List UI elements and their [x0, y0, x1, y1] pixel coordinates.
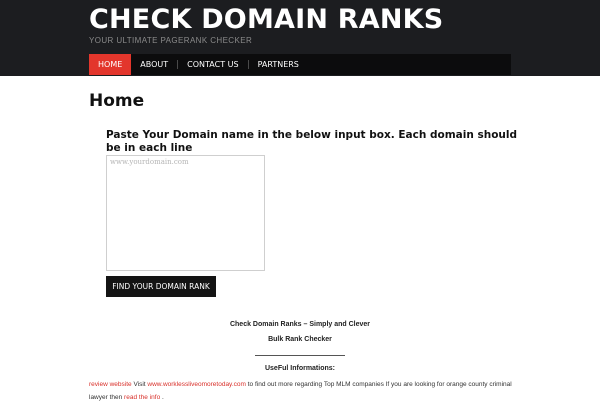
main-nav: HOME ABOUT CONTACT US PARTNERS — [89, 54, 511, 75]
domain-input[interactable] — [106, 155, 265, 271]
page-title: Home — [89, 91, 145, 111]
nav-item-home[interactable]: HOME — [89, 54, 132, 75]
instructions-text: Paste Your Domain name in the below inpu… — [106, 129, 517, 154]
nav-item-partners[interactable]: PARTNERS — [249, 54, 308, 75]
footer-text-visit: Visit — [131, 381, 148, 388]
divider — [255, 355, 345, 356]
find-domain-rank-button[interactable]: FIND YOUR DOMAIN RANK — [106, 276, 216, 297]
site-title[interactable]: CHECK DOMAIN RANKS — [89, 4, 443, 35]
footer-text-end: . — [160, 393, 164, 401]
read-the-info-link[interactable]: read the info — [124, 394, 160, 401]
useful-info-heading: UseFul Informations: — [264, 365, 335, 372]
worklessliveomore-link[interactable]: www.worklessliveomoretoday.com — [147, 381, 246, 388]
nav-item-contact-us[interactable]: CONTACT US — [178, 54, 247, 75]
nav-item-about[interactable]: ABOUT — [131, 54, 177, 75]
site-tagline: YOUR ULTIMATE PAGERANK CHECKER — [89, 36, 253, 45]
review-website-link[interactable]: review website — [89, 381, 132, 388]
tagline-text: Check Domain Ranks – Simply and Clever — [229, 321, 371, 328]
subtagline-text: Bulk Rank Checker — [268, 336, 332, 343]
footer-info: review website Visit www.worklessliveomo… — [89, 379, 529, 404]
